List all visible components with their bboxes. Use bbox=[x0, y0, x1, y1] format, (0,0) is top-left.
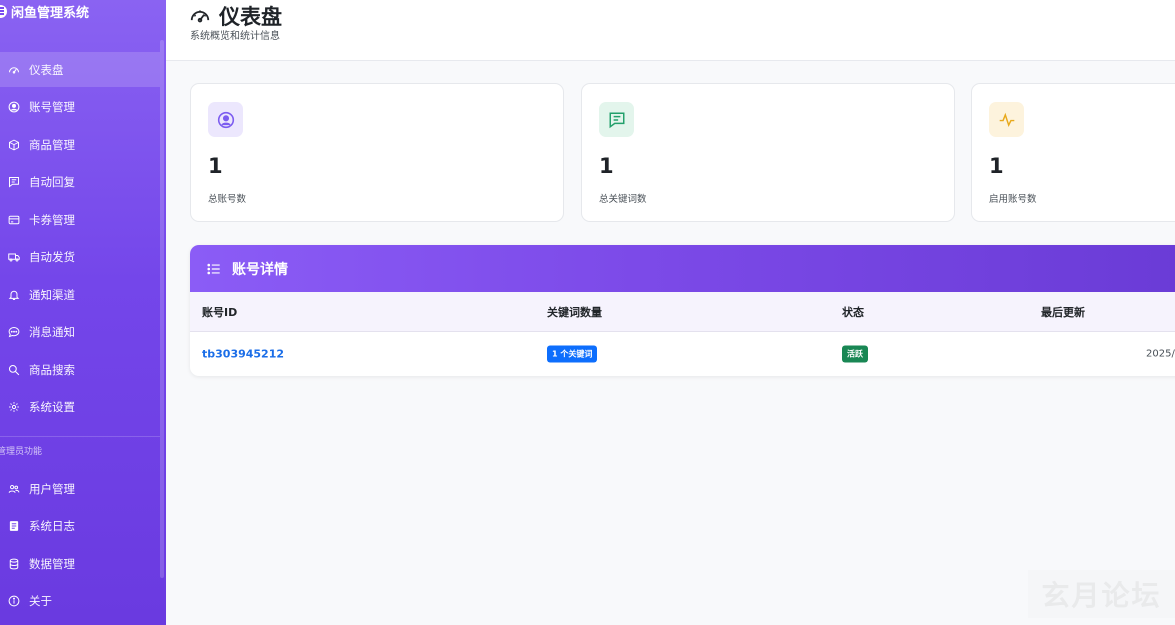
status-badge: 活跃 bbox=[842, 345, 868, 362]
watermark: 玄月论坛 bbox=[1041, 579, 1162, 612]
sidebar-item-label: 消息通知 bbox=[29, 325, 75, 339]
stat-icon-box bbox=[208, 102, 243, 137]
sidebar: 闲鱼管理系统 仪表盘 账号管理 商品管理 自动回复 卡券管理 自动发货 通知渠道… bbox=[0, 0, 166, 625]
truck-icon bbox=[7, 251, 20, 264]
list-icon bbox=[207, 263, 220, 274]
activity-icon bbox=[999, 112, 1014, 127]
column-header-account-id: 账号ID bbox=[202, 305, 238, 319]
account-details-panel: 账号详情 账号ID 关键词数量 状态 最后更新 tb303945212 1 个关… bbox=[190, 245, 1175, 376]
sidebar-item-products[interactable]: 商品管理 bbox=[0, 127, 160, 162]
stat-card-total-keywords: 1 总关键词数 bbox=[581, 83, 955, 222]
last-updated-value: 2025/8 bbox=[1146, 348, 1175, 359]
sidebar-item-label: 自动回复 bbox=[29, 175, 75, 189]
page-subtitle: 系统概览和统计信息 bbox=[190, 31, 280, 42]
sidebar-item-system-logs[interactable]: 系统日志 bbox=[0, 509, 160, 544]
brand-name: 闲鱼管理系统 bbox=[11, 5, 90, 21]
sidebar-item-label: 数据管理 bbox=[29, 556, 75, 571]
stat-value: 1 bbox=[599, 154, 614, 178]
file-text-icon bbox=[7, 520, 20, 533]
credit-card-icon bbox=[7, 213, 20, 226]
speedometer-icon bbox=[190, 10, 210, 23]
sidebar-item-message-notify[interactable]: 消息通知 bbox=[0, 315, 160, 350]
sidebar-item-label: 账号管理 bbox=[29, 100, 75, 114]
table-row[interactable]: tb303945212 1 个关键词 活跃 2025/8 bbox=[190, 332, 1175, 375]
sidebar-admin-nav: 用户管理 系统日志 数据管理 关于 bbox=[0, 471, 160, 621]
sidebar-item-label: 自动发货 bbox=[29, 250, 75, 264]
database-icon bbox=[7, 557, 20, 570]
stat-value: 1 bbox=[208, 154, 223, 178]
account-id-link[interactable]: tb303945212 bbox=[202, 347, 284, 360]
stat-label: 总账号数 bbox=[208, 194, 247, 205]
sidebar-item-product-search[interactable]: 商品搜索 bbox=[0, 352, 160, 387]
box-icon bbox=[7, 138, 20, 151]
person-circle-icon bbox=[7, 101, 20, 114]
sidebar-item-accounts[interactable]: 账号管理 bbox=[0, 90, 160, 125]
stat-card-active-accounts: 1 启用账号数 bbox=[971, 83, 1175, 222]
sidebar-item-settings[interactable]: 系统设置 bbox=[0, 390, 160, 425]
table-header: 账号ID 关键词数量 状态 最后更新 bbox=[190, 292, 1175, 332]
sidebar-item-label: 卡券管理 bbox=[29, 212, 75, 227]
sidebar-nav: 仪表盘 账号管理 商品管理 自动回复 卡券管理 自动发货 通知渠道 消息通知 商… bbox=[0, 52, 160, 427]
stat-card-total-accounts: 1 总账号数 bbox=[190, 83, 564, 222]
stat-icon-box bbox=[599, 102, 634, 137]
sidebar-item-label: 系统日志 bbox=[29, 519, 75, 533]
person-circle-icon bbox=[217, 111, 234, 128]
sidebar-item-label: 仪表盘 bbox=[29, 62, 64, 77]
sidebar-item-auto-reply[interactable]: 自动回复 bbox=[0, 165, 160, 200]
bell-icon bbox=[7, 288, 20, 301]
people-icon bbox=[7, 482, 20, 495]
chat-dots-icon bbox=[7, 326, 20, 339]
column-header-last-updated: 最后更新 bbox=[1041, 305, 1085, 319]
sidebar-item-dashboard[interactable]: 仪表盘 bbox=[0, 52, 160, 87]
sidebar-item-users[interactable]: 用户管理 bbox=[0, 471, 160, 506]
column-header-status: 状态 bbox=[842, 305, 864, 319]
sidebar-item-cards[interactable]: 卡券管理 bbox=[0, 202, 160, 237]
sidebar-item-auto-delivery[interactable]: 自动发货 bbox=[0, 240, 160, 275]
sidebar-item-notify-channels[interactable]: 通知渠道 bbox=[0, 277, 160, 312]
sidebar-item-label: 用户管理 bbox=[29, 481, 75, 496]
speedometer-icon bbox=[7, 63, 20, 76]
sidebar-item-label: 商品搜索 bbox=[29, 362, 75, 377]
brand[interactable]: 闲鱼管理系统 bbox=[0, 0, 89, 22]
stat-label: 总关键词数 bbox=[599, 194, 647, 205]
sidebar-item-label: 商品管理 bbox=[29, 137, 75, 152]
gear-icon bbox=[7, 401, 20, 414]
sidebar-item-label: 系统设置 bbox=[29, 400, 75, 414]
sidebar-item-label: 通知渠道 bbox=[29, 287, 75, 302]
stat-value: 1 bbox=[989, 154, 1004, 178]
info-circle-icon bbox=[7, 595, 20, 608]
chat-square-text-icon bbox=[7, 176, 20, 189]
search-icon bbox=[7, 363, 20, 376]
chat-square-text-icon bbox=[609, 112, 624, 128]
panel-header: 账号详情 bbox=[190, 245, 1175, 292]
sidebar-divider bbox=[0, 436, 160, 437]
stat-label: 启用账号数 bbox=[989, 194, 1037, 205]
column-header-keywords: 关键词数量 bbox=[547, 305, 602, 319]
sidebar-item-about[interactable]: 关于 bbox=[0, 584, 160, 619]
page-header: 仪表盘 系统概览和统计信息 bbox=[166, 0, 1175, 61]
keyword-count-badge: 1 个关键词 bbox=[547, 345, 598, 362]
sidebar-section-label: 管理员功能 bbox=[0, 447, 43, 457]
chat-logo-icon bbox=[0, 4, 7, 18]
sidebar-item-data-management[interactable]: 数据管理 bbox=[0, 546, 160, 581]
sidebar-item-label: 关于 bbox=[29, 594, 52, 608]
stat-icon-box bbox=[989, 102, 1024, 137]
panel-title: 账号详情 bbox=[232, 261, 288, 278]
sidebar-scrollbar[interactable] bbox=[160, 40, 164, 578]
